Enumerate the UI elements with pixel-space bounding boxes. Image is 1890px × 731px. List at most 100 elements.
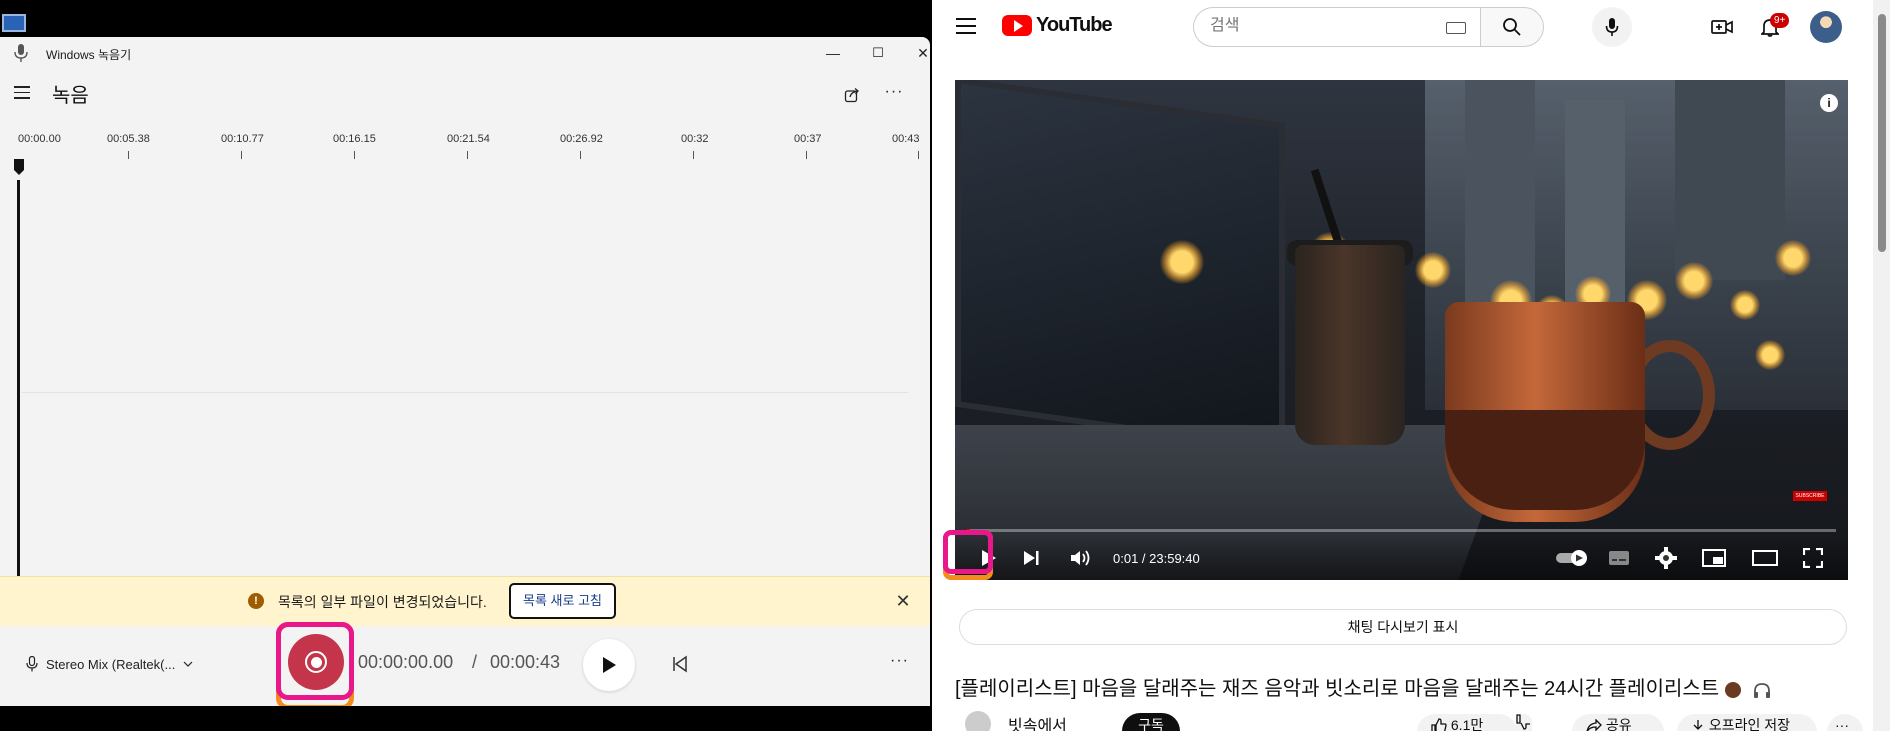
tick-label: 00:21.54 <box>447 133 490 145</box>
subscribe-watermark[interactable]: SUBSCRIBE <box>1793 491 1827 501</box>
refresh-list-button[interactable]: 목록 새로 고침 <box>509 583 616 619</box>
miniplayer-button[interactable] <box>1700 546 1728 570</box>
fullscreen-button[interactable] <box>1800 546 1826 570</box>
tick-label: 00:37 <box>794 133 822 145</box>
keyboard-icon[interactable] <box>1446 22 1466 34</box>
app-bar: 녹음 ··· <box>0 69 930 125</box>
close-button[interactable]: ✕ <box>900 37 930 69</box>
playhead-handle[interactable] <box>13 159 25 175</box>
tick-mark <box>693 151 694 159</box>
coffee-emoji-icon <box>1725 681 1742 698</box>
record-button[interactable] <box>288 634 344 690</box>
share-icon <box>844 88 859 103</box>
video-mug-band <box>1445 410 1645 510</box>
tick-mark <box>241 151 242 159</box>
tick-label: 00:00.00 <box>18 133 61 145</box>
youtube-wordmark: YouTube <box>1036 14 1113 36</box>
current-time: 00:00:00.00 <box>358 652 454 672</box>
scrollbar-thumb[interactable] <box>1878 14 1886 252</box>
skip-to-start-icon[interactable] <box>670 654 690 674</box>
channel-avatar[interactable] <box>965 711 991 731</box>
tick-mark <box>467 151 468 159</box>
tick-label: 00:10.77 <box>221 133 264 145</box>
channel-name[interactable]: 빗속에서 <box>1008 712 1067 731</box>
offline-save-button[interactable]: 오프라인 저장 <box>1677 714 1817 731</box>
youtube-play-icon <box>1002 15 1032 36</box>
autoplay-toggle[interactable] <box>1555 546 1591 570</box>
guide-menu-icon[interactable] <box>956 18 976 34</box>
video-laptop <box>955 80 1285 454</box>
more-actions-button[interactable]: ··· <box>1827 714 1863 731</box>
youtube-logo[interactable]: YouTube <box>1002 14 1113 37</box>
highlight-frame-pink <box>943 530 993 574</box>
video-title-text: [플레이리스트] 마음을 달래주는 재즈 음악과 빗소리로 마음을 달래주는 2… <box>955 678 1720 700</box>
tick-mark <box>580 151 581 159</box>
video-time: 0:01 / 23:59:40 <box>1113 551 1200 566</box>
chevron-down-icon <box>183 661 193 667</box>
timeline-ruler[interactable]: 00:00.00 00:05.38 00:10.77 00:16.15 00:2… <box>0 133 930 193</box>
minimize-button[interactable]: — <box>810 37 856 69</box>
like-button[interactable]: 6.1만 <box>1417 714 1517 731</box>
info-icon[interactable]: i <box>1820 94 1838 112</box>
time-separator: / <box>472 652 478 672</box>
like-count: 6.1만 <box>1450 717 1484 731</box>
tick-mark <box>354 151 355 159</box>
gear-icon <box>1655 547 1677 569</box>
video-title: [플레이리스트] 마음을 달래주는 재즈 음악과 빗소리로 마음을 달래주는 2… <box>955 672 1771 701</box>
record-icon <box>305 651 327 673</box>
desktop-computer-icon[interactable] <box>0 0 30 36</box>
recording-controls: Stereo Mix (Realtek(... 00:00:00.00 / 00… <box>0 622 930 706</box>
tick-label: 00:32 <box>681 133 709 145</box>
video-progress-bar[interactable] <box>967 529 1836 532</box>
page-scrollbar[interactable] <box>1873 0 1890 731</box>
next-button[interactable] <box>1020 546 1044 570</box>
create-video-button[interactable] <box>1707 12 1737 42</box>
microphone-icon <box>26 656 38 672</box>
share-arrow-icon <box>1586 718 1602 731</box>
maximize-button[interactable]: ☐ <box>855 37 901 69</box>
show-chat-replay-button[interactable]: 채팅 다시보기 표시 <box>959 609 1847 645</box>
play-button[interactable] <box>583 639 635 691</box>
search-input[interactable] <box>1210 17 1430 35</box>
tick-label: 00:43 <box>892 133 920 145</box>
miniplayer-icon <box>1702 549 1726 567</box>
more-controls-button[interactable]: ··· <box>890 652 909 670</box>
account-avatar[interactable] <box>1810 11 1842 43</box>
tick-label: 00:16.15 <box>333 133 376 145</box>
download-icon <box>1693 720 1703 731</box>
tick-mark <box>806 151 807 159</box>
share-button[interactable]: 공유 <box>1572 714 1664 731</box>
settings-button[interactable] <box>1652 546 1680 570</box>
theater-mode-button[interactable] <box>1750 546 1780 570</box>
search-box[interactable] <box>1193 7 1480 47</box>
input-device-selector[interactable]: Stereo Mix (Realtek(... <box>26 656 193 672</box>
window-title: Windows 녹음기 <box>46 48 132 62</box>
menu-icon[interactable] <box>14 86 30 100</box>
notice-message: 목록의 일부 파일이 변경되었습니다. <box>278 594 487 610</box>
tick-label: 00:05.38 <box>107 133 150 145</box>
close-notice-icon[interactable]: ✕ <box>893 591 913 611</box>
headphones-icon <box>1753 682 1770 698</box>
subtitles-button[interactable] <box>1605 546 1633 570</box>
fullscreen-icon <box>1803 548 1823 568</box>
more-options-button[interactable]: ··· <box>880 81 908 109</box>
offline-save-label: 오프라인 저장 <box>1708 717 1791 731</box>
youtube-page: YouTube 검색 9+ i SUBSCRIBE 0:01 / 23:59:4… <box>932 0 1890 731</box>
search-button[interactable] <box>1480 7 1544 47</box>
voice-search-button[interactable] <box>1592 7 1632 47</box>
file-change-notice: ! 목록의 일부 파일이 변경되었습니다. 목록 새로 고침 ✕ <box>0 576 930 626</box>
share-button[interactable] <box>838 81 866 109</box>
subscribe-button[interactable]: 구독 <box>1122 713 1180 731</box>
dislike-button[interactable] <box>1516 714 1532 731</box>
player-controls: 0:01 / 23:59:40 <box>955 536 1848 580</box>
tick-label: 00:26.92 <box>560 133 603 145</box>
tick-mark <box>918 151 919 159</box>
page-title: 녹음 <box>52 85 89 107</box>
input-device-label: Stereo Mix (Realtek(... <box>46 656 176 672</box>
video-player[interactable]: i SUBSCRIBE 0:01 / 23:59:40 <box>955 80 1848 580</box>
video-plus-icon <box>1711 20 1733 34</box>
total-time: 00:00:43 <box>490 652 561 672</box>
notification-badge: 9+ <box>1770 13 1790 28</box>
mute-button[interactable] <box>1069 546 1093 570</box>
play-icon <box>603 657 616 673</box>
